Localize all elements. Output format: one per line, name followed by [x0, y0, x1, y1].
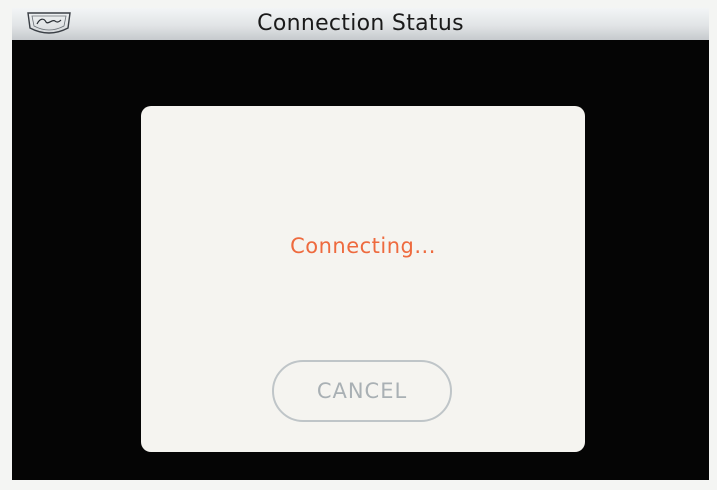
title-bar: Connection Status	[12, 8, 709, 40]
device-bezel: Connection Status Connecting... CANCEL	[0, 0, 717, 490]
connection-dialog: Connecting... CANCEL	[141, 106, 585, 452]
cancel-button[interactable]: CANCEL	[272, 360, 452, 422]
page-title: Connection Status	[257, 11, 464, 36]
screen: Connection Status Connecting... CANCEL	[12, 8, 709, 480]
status-message: Connecting...	[290, 234, 436, 258]
